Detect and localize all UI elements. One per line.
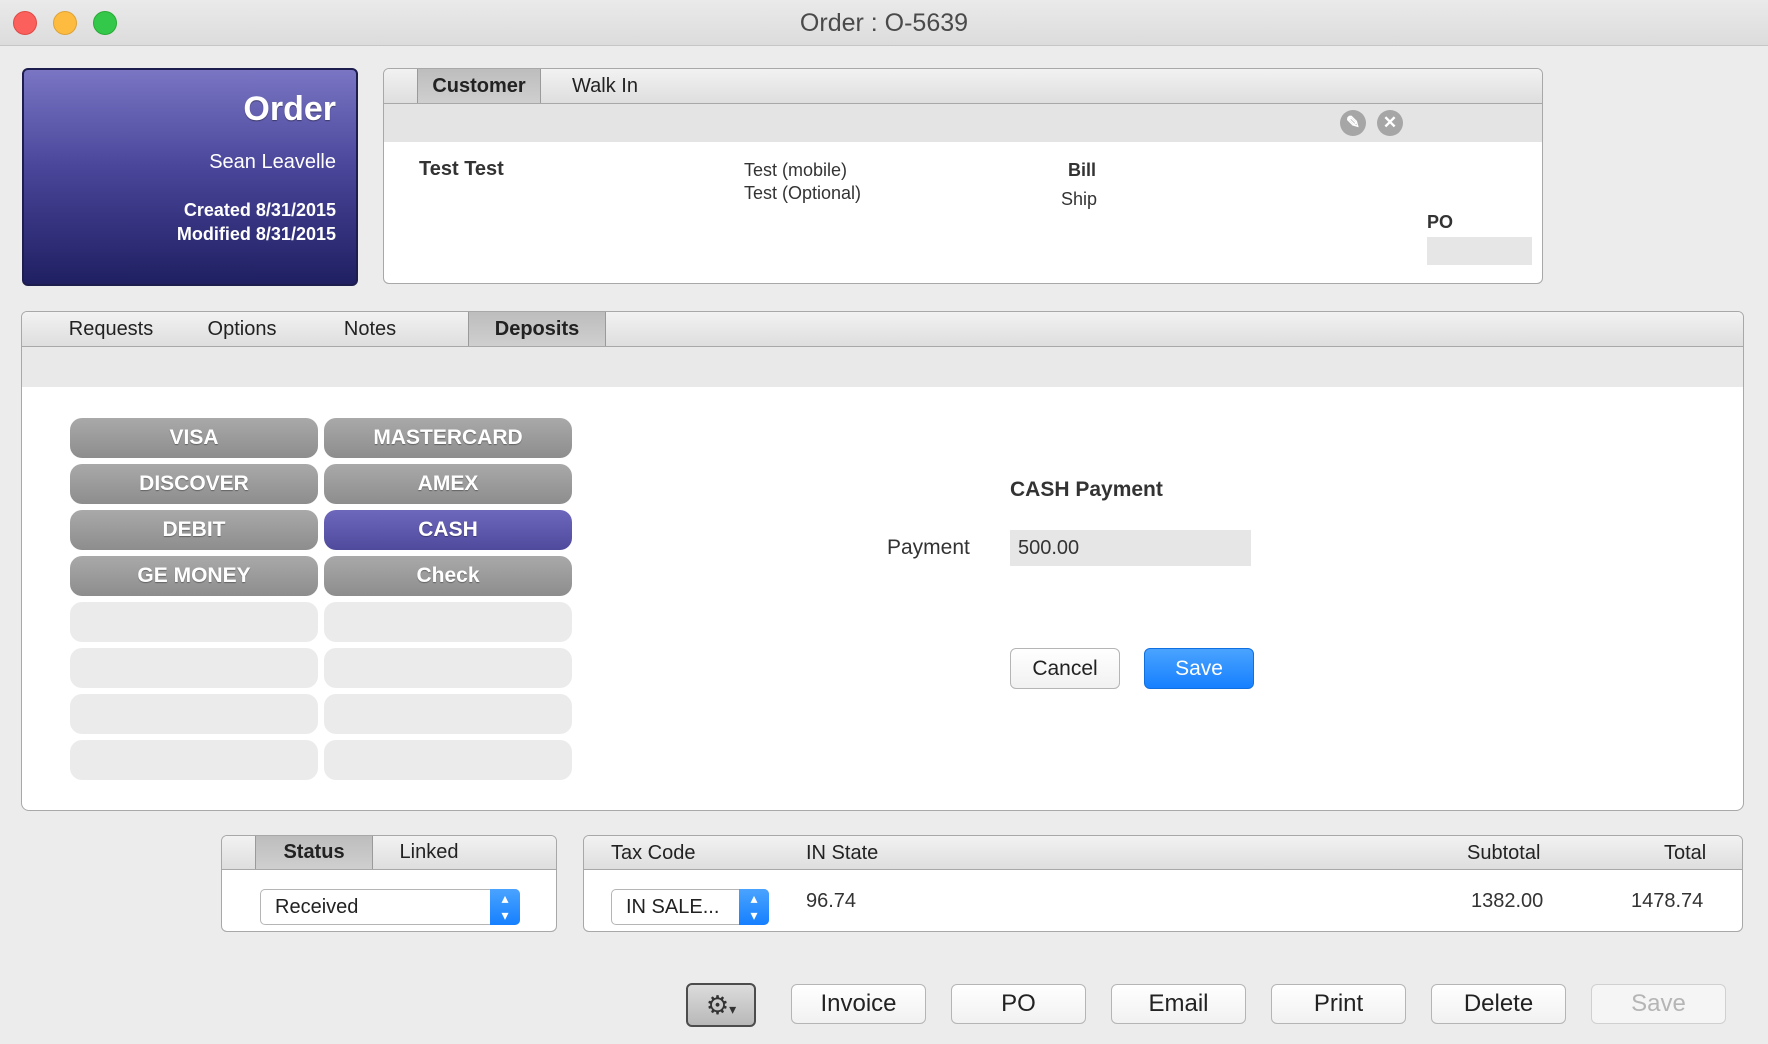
order-card-title: Order [243, 90, 336, 128]
in-state-label: IN State [806, 842, 879, 864]
status-select-value: Received [275, 896, 359, 918]
tax-header: Tax Code IN State Subtotal Total [584, 836, 1742, 870]
total-label: Total [1664, 842, 1707, 864]
clear-icon[interactable]: ✕ [1377, 110, 1403, 136]
payment-method-ge-money[interactable]: GE MONEY [70, 556, 318, 596]
payment-method-debit[interactable]: DEBIT [70, 510, 318, 550]
invoice-button[interactable]: Invoice [791, 984, 926, 1024]
edit-icon[interactable]: ✎ [1340, 110, 1366, 136]
tax-panel: Tax Code IN State Subtotal Total IN SALE… [583, 835, 1743, 932]
print-button[interactable]: Print [1271, 984, 1406, 1024]
customer-panel: Customer Walk In ✎ ✕ Test Test Test (mob… [383, 68, 1543, 284]
save-payment-button[interactable]: Save [1144, 648, 1254, 689]
payment-method-cash[interactable]: CASH [324, 510, 572, 550]
payment-method-empty-slot [70, 694, 318, 734]
payment-method-empty-slot [324, 694, 572, 734]
tab-walk-in[interactable]: Walk In [544, 69, 666, 103]
created-date: Created 8/31/2015 [183, 200, 336, 220]
save-order-button[interactable]: Save [1591, 984, 1726, 1024]
tab-deposits[interactable]: Deposits [468, 312, 606, 346]
order-summary-card: Order Sean Leavelle Created 8/31/2015 Mo… [22, 68, 358, 286]
tab-options[interactable]: Options [188, 312, 296, 346]
ship-label: Ship [1061, 189, 1098, 209]
main-tab-bar: Requests Options Notes Deposits [22, 312, 1743, 347]
payment-method-empty-slot [70, 648, 318, 688]
title-bar: Order : O-5639 [0, 0, 1768, 46]
tax-code-label: Tax Code [611, 842, 696, 864]
select-arrows-icon: ▴ ▾ [739, 889, 769, 925]
tab-status[interactable]: Status [255, 836, 373, 869]
window-title: Order : O-5639 [799, 9, 969, 37]
tab-linked[interactable]: Linked [374, 836, 484, 869]
tax-code-select[interactable]: IN SALE... ▴ ▾ [611, 889, 769, 925]
gear-icon: ⚙ [705, 990, 730, 1020]
po-label: PO [1427, 212, 1454, 232]
payment-form-title: CASH Payment [1010, 478, 1163, 501]
tab-requests[interactable]: Requests [52, 312, 170, 346]
in-state-value: 96.74 [806, 890, 857, 912]
subtotal-label: Subtotal [1467, 842, 1541, 864]
salesperson-name: Sean Leavelle [209, 151, 336, 173]
customer-name: Test Test [419, 158, 504, 180]
customer-action-bar: ✎ ✕ [384, 104, 1542, 142]
status-select[interactable]: Received ▴ ▾ [260, 889, 520, 925]
deposits-toolbar [22, 347, 1743, 387]
order-window: Order : O-5639 Order Sean Leavelle Creat… [0, 0, 1768, 1044]
tab-notes[interactable]: Notes [322, 312, 418, 346]
payment-method-mastercard[interactable]: MASTERCARD [324, 418, 572, 458]
email-button[interactable]: Email [1111, 984, 1246, 1024]
payment-method-discover[interactable]: DISCOVER [70, 464, 318, 504]
payment-label: Payment [887, 536, 970, 559]
payment-amount-input[interactable] [1010, 530, 1251, 566]
payment-method-empty-slot [70, 740, 318, 780]
bill-label: Bill [1068, 160, 1097, 180]
total-value: 1478.74 [1631, 890, 1704, 912]
payment-method-check[interactable]: Check [324, 556, 572, 596]
tab-customer[interactable]: Customer [417, 69, 541, 103]
payment-method-amex[interactable]: AMEX [324, 464, 572, 504]
subtotal-value: 1382.00 [1471, 890, 1544, 912]
po-button[interactable]: PO [951, 984, 1086, 1024]
modified-date: Modified 8/31/2015 [176, 224, 336, 244]
select-arrows-icon: ▴ ▾ [490, 889, 520, 925]
customer-tab-bar: Customer Walk In [384, 69, 1542, 104]
po-field[interactable] [1427, 237, 1532, 265]
tax-code-value: IN SALE... [626, 896, 720, 918]
gear-menu-button[interactable]: ⚙▾ [686, 983, 756, 1027]
chevron-down-icon: ▾ [729, 1001, 737, 1017]
payment-method-empty-slot [324, 740, 572, 780]
payment-method-empty-slot [324, 648, 572, 688]
customer-phone-mobile: Test (mobile) [744, 160, 848, 180]
payment-method-empty-slot [70, 602, 318, 642]
status-tab-bar: Status Linked [222, 836, 556, 870]
cancel-button[interactable]: Cancel [1010, 648, 1120, 689]
delete-button[interactable]: Delete [1431, 984, 1566, 1024]
payment-method-empty-slot [324, 602, 572, 642]
payment-method-visa[interactable]: VISA [70, 418, 318, 458]
status-panel: Status Linked Received ▴ ▾ [221, 835, 557, 932]
customer-phone-optional: Test (Optional) [744, 183, 862, 203]
customer-details: Test Test Test (mobile) Test (Optional) … [384, 142, 1542, 283]
